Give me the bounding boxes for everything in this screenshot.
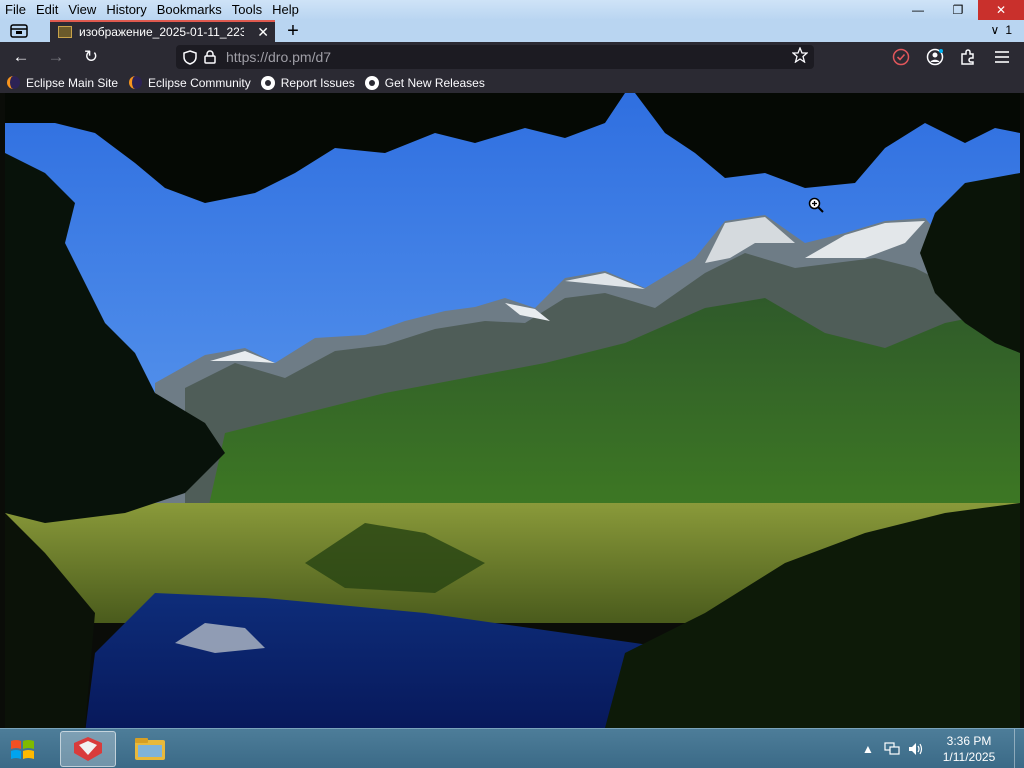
restore-button[interactable]: ❐ [938,0,978,20]
account-icon[interactable] [924,47,946,67]
title-bar: File Edit View History Bookmarks Tools H… [0,0,1024,20]
windows-logo-icon [11,740,34,759]
bookmark-eclipse-main[interactable]: Eclipse Main Site [6,76,118,90]
start-button[interactable] [8,735,48,765]
menu-bookmarks[interactable]: Bookmarks [152,0,227,20]
folder-icon [135,738,165,760]
github-icon [364,75,379,90]
clock-date: 1/11/2025 [942,750,996,764]
close-window-button[interactable]: ✕ [978,0,1024,20]
menu-file[interactable]: File [0,0,31,20]
eclipse-icon [6,76,20,90]
back-arrow-icon: ← [12,47,30,66]
firefox-view-button[interactable] [8,22,30,40]
tray-overflow-icon[interactable]: ▲ [858,739,878,759]
tab-strip: изображение_2025-01-11_2236 ✕ + ∨ 1 [0,20,1024,42]
chevron-down-icon: ∨ [990,23,1000,37]
image-favicon-icon [58,26,72,38]
minimize-button[interactable]: — [898,0,938,20]
window-controls: — ❐ ✕ [898,0,1024,20]
bookmark-eclipse-community[interactable]: Eclipse Community [128,76,251,90]
clock[interactable]: 3:36 PM 1/11/2025 [930,733,1008,765]
forward-button[interactable]: → [45,47,67,67]
menu-bar: File Edit View History Bookmarks Tools H… [0,0,304,20]
reload-button[interactable]: ↻ [80,47,102,67]
browser-app-icon [74,737,102,761]
reload-icon: ↻ [83,47,99,66]
url-bar[interactable]: https://dro.pm/d7 [176,45,814,69]
extensions-icon[interactable] [957,47,979,67]
bookmarks-toolbar: Eclipse Main Site Eclipse Community Repo… [0,72,1024,93]
network-icon[interactable] [882,739,902,759]
zoom-in-cursor-icon [808,197,824,216]
tab-count: 1 [1005,23,1012,37]
forward-arrow-icon: → [47,47,65,66]
app-menu-icon[interactable] [991,47,1013,67]
tab-title: изображение_2025-01-11_2236 [79,25,244,39]
menu-help[interactable]: Help [267,0,304,20]
tab-close-icon[interactable]: ✕ [257,25,269,39]
bookmark-get-new-releases[interactable]: Get New Releases [364,75,485,90]
menu-edit[interactable]: Edit [31,0,63,20]
new-tab-button[interactable]: + [283,21,303,41]
bookmark-star-icon[interactable] [791,46,809,68]
menu-view[interactable]: View [63,0,101,20]
landscape-image[interactable] [5,93,1020,728]
tab-active[interactable]: изображение_2025-01-11_2236 ✕ [50,20,275,42]
menu-history[interactable]: History [101,0,151,20]
page-content [0,93,1024,728]
pocket-icon[interactable] [890,47,912,67]
lock-icon[interactable] [200,47,220,67]
navigation-toolbar: ← → ↻ https://dro.pm/d7 [0,42,1024,72]
shield-icon[interactable] [180,47,200,67]
github-icon [260,75,275,90]
system-tray: ▲ 3:36 PM 1/11/2025 [858,729,1024,768]
show-desktop-button[interactable] [1014,729,1024,768]
url-text: https://dro.pm/d7 [226,49,332,65]
firefox-view-icon [10,24,28,38]
taskbar-file-explorer[interactable] [122,731,178,767]
tab-list-button[interactable]: ∨ 1 [991,23,1012,37]
bookmark-report-issues[interactable]: Report Issues [260,75,355,90]
eclipse-icon [128,76,142,90]
clock-time: 3:36 PM [946,734,992,748]
back-button[interactable]: ← [10,47,32,67]
taskbar: ▲ 3:36 PM 1/11/2025 [0,728,1024,768]
menu-tools[interactable]: Tools [227,0,267,20]
taskbar-browser-app[interactable] [60,731,116,767]
volume-icon[interactable] [906,739,926,759]
